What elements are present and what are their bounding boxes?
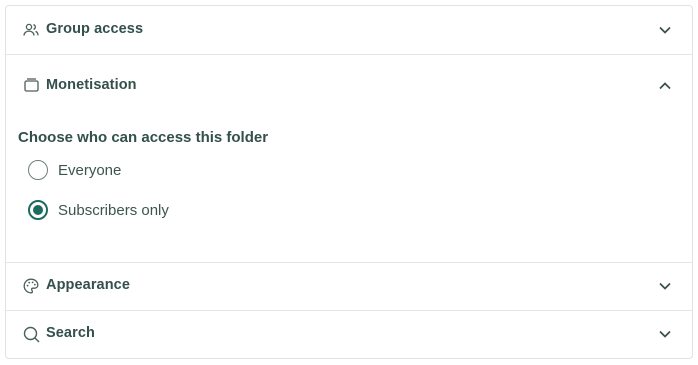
search-label: Search [46,325,95,341]
chevron-down-icon [658,327,672,341]
monetisation-header[interactable]: Monetisation [6,55,692,111]
chevron-down-icon [658,279,672,293]
group-icon [22,21,40,39]
option-subscribers-only[interactable]: Subscribers only [28,200,169,220]
search-icon [22,325,40,343]
monetisation-label: Monetisation [46,77,137,93]
palette-icon [22,277,40,295]
settings-accordion: Group access Monetisation Choose who can… [5,5,693,359]
search-header[interactable]: Search [6,311,692,358]
option-label: Subscribers only [58,201,169,219]
chevron-down-icon [658,23,672,37]
radio-everyone[interactable] [28,160,48,180]
radio-subscribers-only[interactable] [28,200,48,220]
appearance-header[interactable]: Appearance [6,263,692,310]
access-question: Choose who can access this folder [18,129,269,146]
option-label: Everyone [58,161,122,179]
chevron-up-icon [658,79,672,93]
option-everyone[interactable]: Everyone [28,160,121,180]
folder-icon [22,76,40,94]
appearance-label: Appearance [46,277,131,293]
group-access-header[interactable]: Group access [6,6,692,54]
group-access-label: Group access [46,21,144,37]
